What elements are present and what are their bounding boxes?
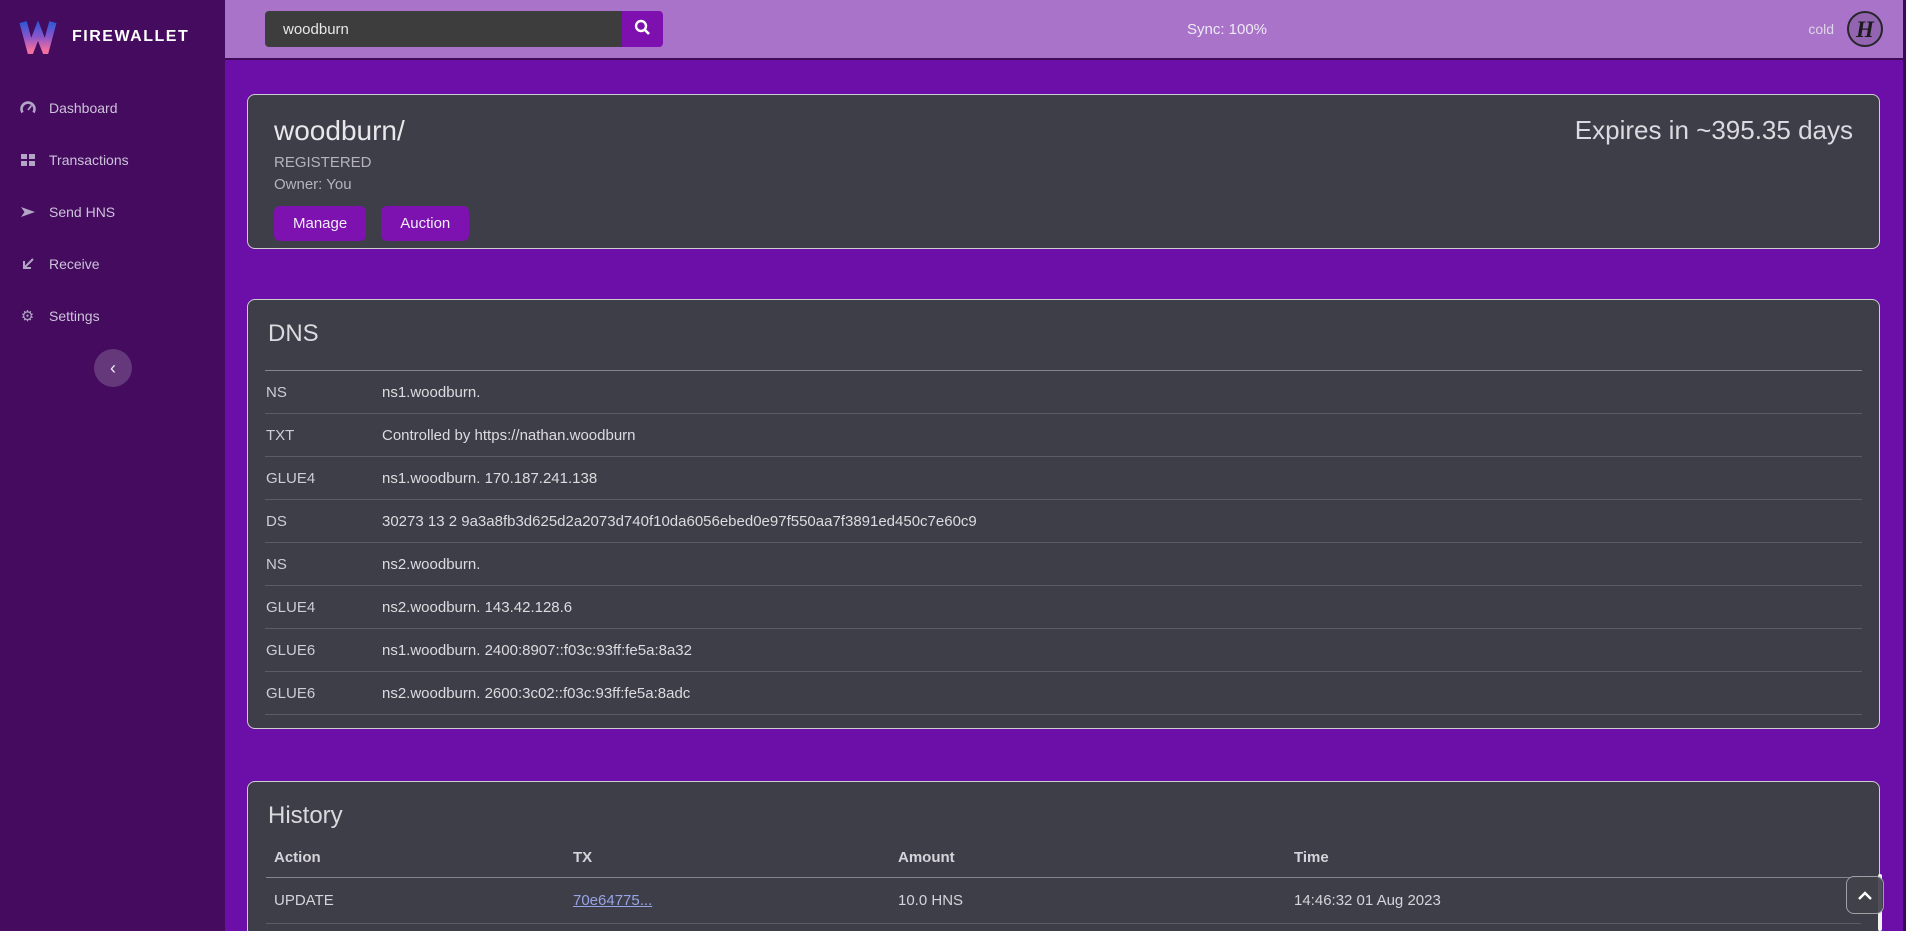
dns-record-row: TXT Controlled by https://nathan.woodbur… (265, 414, 1862, 457)
history-col-amount: Amount (898, 849, 1294, 866)
dns-card: DNS NS ns1.woodburn. TXT Controlled by h… (247, 299, 1880, 729)
sidebar-item-label: Settings (49, 308, 100, 324)
dns-record-type: GLUE6 (265, 685, 382, 702)
domain-card: woodburn/ REGISTERED Owner: You Manage A… (247, 94, 1880, 249)
dns-record-row: NS ns2.woodburn. (265, 543, 1862, 586)
history-rows: UPDATE 70e64775... 10.0 HNS 14:46:32 01 … (266, 878, 1861, 931)
topbar: Sync: 100% cold H (225, 0, 1906, 60)
domain-info: woodburn/ REGISTERED Owner: You Manage A… (274, 115, 469, 241)
sidebar-item-label: Send HNS (49, 204, 115, 220)
dns-record-value: ns1.woodburn. 2400:8907::f03c:93ff:fe5a:… (382, 642, 1862, 659)
dns-record-row: NS ns1.woodburn. (265, 371, 1862, 414)
history-col-tx: TX (573, 849, 898, 866)
history-card: History Action TX Amount Time UPDATE 70e… (247, 781, 1880, 931)
handshake-hns-icon[interactable]: H (1846, 10, 1884, 48)
history-row: UPDATE 70e64775... 10.0 HNS 14:46:32 01 … (266, 878, 1861, 924)
sidebar-item-label: Receive (49, 256, 100, 272)
history-col-action: Action (266, 849, 573, 866)
history-col-time: Time (1294, 849, 1861, 866)
search-input[interactable] (265, 11, 622, 47)
dns-record-value: Controlled by https://nathan.woodburn (382, 427, 1862, 444)
domain-owner: Owner: You (274, 176, 469, 193)
sync-status: Sync: 100% (1147, 21, 1307, 38)
chevron-up-icon (1858, 888, 1872, 903)
history-row: RENEW d73c5e4... 10.0 HNS 15:47:30 07 Ju… (266, 924, 1861, 931)
sidebar: FIREWALLET Dashboard Transactions Send H… (0, 0, 225, 931)
dns-record-type: GLUE4 (265, 470, 382, 487)
dns-record-type: TXT (265, 427, 382, 444)
sidebar-nav: Dashboard Transactions Send HNS Receive … (0, 82, 225, 342)
manage-button[interactable]: Manage (274, 206, 366, 241)
dns-record-value: ns2.woodburn. 143.42.128.6 (382, 599, 1862, 616)
dns-record-value: ns1.woodburn. 170.187.241.138 (382, 470, 1862, 487)
main-content: woodburn/ REGISTERED Owner: You Manage A… (225, 60, 1906, 931)
tx-link[interactable]: 70e64775... (573, 892, 652, 909)
domain-name: woodburn/ (274, 115, 469, 147)
history-time: 14:46:32 01 Aug 2023 (1294, 892, 1861, 909)
table-grid-icon (19, 152, 36, 169)
search-icon (634, 19, 651, 39)
history-card-title: History (248, 782, 1879, 830)
dashboard-gauge-icon (19, 100, 36, 117)
send-plane-icon (19, 204, 36, 221)
sidebar-item-transactions[interactable]: Transactions (0, 134, 225, 186)
dns-record-row: GLUE4 ns2.woodburn. 143.42.128.6 (265, 586, 1862, 629)
history-header-row: Action TX Amount Time (266, 838, 1861, 878)
scroll-to-top-button[interactable] (1846, 876, 1884, 914)
dns-record-value: ns1.woodburn. (382, 384, 1862, 401)
sidebar-collapse-button[interactable]: ‹ (94, 349, 132, 387)
brand: FIREWALLET (0, 0, 225, 60)
search-group (265, 11, 663, 47)
gear-icon: ⚙ (19, 308, 36, 325)
sidebar-item-label: Transactions (49, 152, 129, 168)
dns-record-type: NS (265, 556, 382, 573)
svg-text:H: H (1855, 17, 1875, 42)
dns-record-value: ns2.woodburn. (382, 556, 1862, 573)
brand-name: FIREWALLET (72, 28, 189, 46)
history-action: UPDATE (266, 892, 573, 909)
firewallet-logo-icon (18, 20, 58, 54)
topbar-right: cold H (1808, 10, 1906, 48)
receive-arrow-icon (19, 256, 36, 273)
chevron-left-icon: ‹ (110, 358, 116, 379)
dns-record-row: GLUE4 ns1.woodburn. 170.187.241.138 (265, 457, 1862, 500)
dns-record-type: GLUE4 (265, 599, 382, 616)
dns-record-row: DS 30273 13 2 9a3a8fb3d625d2a2073d740f10… (265, 500, 1862, 543)
dns-table: NS ns1.woodburn. TXT Controlled by https… (265, 370, 1862, 715)
search-button[interactable] (622, 11, 663, 47)
dns-record-type: NS (265, 384, 382, 401)
dns-card-title: DNS (248, 300, 1879, 348)
sidebar-item-dashboard[interactable]: Dashboard (0, 82, 225, 134)
auction-button[interactable]: Auction (381, 206, 469, 241)
dns-record-row: GLUE6 ns1.woodburn. 2400:8907::f03c:93ff… (265, 629, 1862, 672)
history-table: Action TX Amount Time UPDATE 70e64775...… (266, 838, 1861, 931)
wallet-mode-badge: cold (1808, 21, 1834, 37)
dns-record-row: GLUE6 ns2.woodburn. 2600:3c02::f03c:93ff… (265, 672, 1862, 715)
domain-expiry: Expires in ~395.35 days (1575, 115, 1853, 241)
history-amount: 10.0 HNS (898, 892, 1294, 909)
dns-record-type: DS (265, 513, 382, 530)
dns-record-type: GLUE6 (265, 642, 382, 659)
sidebar-item-settings[interactable]: ⚙ Settings (0, 290, 225, 342)
sidebar-item-receive[interactable]: Receive (0, 238, 225, 290)
sidebar-item-send-hns[interactable]: Send HNS (0, 186, 225, 238)
dns-record-value: 30273 13 2 9a3a8fb3d625d2a2073d740f10da6… (382, 513, 1862, 530)
dns-record-value: ns2.woodburn. 2600:3c02::f03c:93ff:fe5a:… (382, 685, 1862, 702)
sidebar-item-label: Dashboard (49, 100, 118, 116)
domain-status: REGISTERED (274, 154, 469, 171)
